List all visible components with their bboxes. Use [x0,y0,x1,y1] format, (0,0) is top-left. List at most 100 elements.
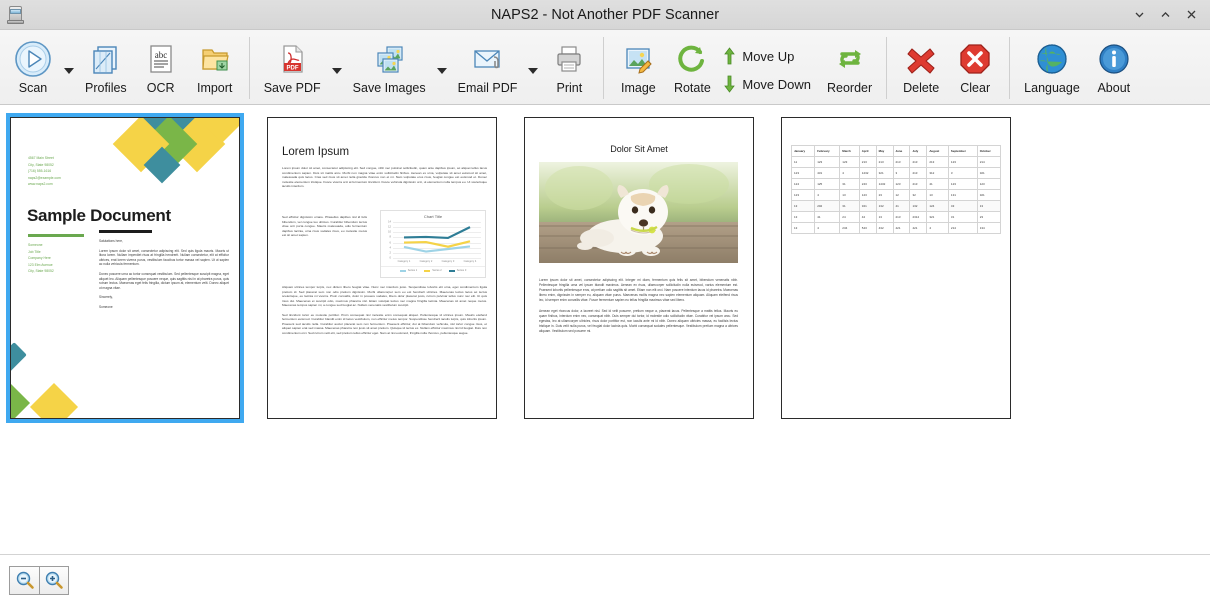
thumbnail-area[interactable]: 4567 Main Street City, State 98052 (716)… [0,105,1210,555]
minimize-button[interactable] [1126,2,1152,28]
close-button[interactable] [1178,2,1204,28]
email-pdf-dropdown-arrow[interactable] [524,34,542,102]
table-cell: 3 [947,167,978,179]
reorder-button[interactable]: Reorder [820,34,879,102]
clear-label: Clear [960,81,991,95]
table-cell: 543 [858,222,877,234]
rotate-button[interactable]: Rotate [665,34,719,102]
table-column-header: May [875,145,894,157]
page1-recipient: Someone Job Title Company Here 123 Elm A… [28,243,54,273]
move-buttons-group: Move Up Move Down [719,34,820,102]
chart-ytick: 2 [389,251,391,255]
page2-lower-body: Aliquam ultrices tempor turpis, nec dict… [282,285,487,335]
scan-split-button: Scan [6,34,78,102]
maximize-button[interactable] [1152,2,1178,28]
zoom-in-button[interactable] [39,566,68,594]
table-cell: 431 [814,167,841,179]
table-cell: 32 [909,189,928,201]
legend-label: Series 3 [456,269,467,272]
page1-salutation: Salutations here, [99,239,123,243]
rotate-icon [672,38,712,80]
table-cell: 41 [926,178,949,190]
chart-ytick: 14 [388,220,391,224]
scan-label: Scan [18,81,48,95]
legend-item: Series 2 [424,269,442,272]
email-attach-icon [467,38,507,80]
thumbnail-page-2[interactable]: Lorem Ipsum Lorem ipsum dolor sit amet, … [263,113,501,423]
save-images-button[interactable]: Save Images [346,34,433,102]
language-button[interactable]: Language [1017,34,1087,102]
delete-label: Delete [903,81,940,95]
table-cell: 213 [858,156,877,168]
table-cell: 432 [875,222,894,234]
table-column-header: October [976,145,1002,157]
page2-para-3: Aliquam ultrices tempor turpis, nec dict… [282,285,487,307]
table-row: 13 41 24 42 13 213 2312 321 31 23 [790,211,1002,223]
table-cell: 4 [926,222,949,234]
toolbar-separator [248,37,250,99]
chart-ytick: 12 [388,225,391,229]
move-down-button[interactable]: Move Down [719,70,820,98]
table-cell: 132 [909,200,928,212]
page-preview-2: Lorem Ipsum Lorem ipsum dolor sit amet, … [267,117,497,419]
images-icon [369,38,409,80]
email-pdf-button[interactable]: Email PDF [451,34,525,102]
profiles-icon [86,38,126,80]
move-up-label: Move Up [742,48,795,64]
table-header-row: January February March April May June July Augu… [790,145,1002,157]
about-button[interactable]: About [1087,34,1141,102]
zoom-out-button[interactable] [10,566,39,594]
page1-dark-rule [99,230,152,233]
table-cell: 1232 [858,167,877,179]
profiles-button[interactable]: Profiles [78,34,134,102]
table-cell: 213 [909,178,928,190]
page2-para-1: Lorem ipsum dolor sit amet, consectetur … [282,166,487,188]
save-images-dropdown-arrow[interactable] [433,34,451,102]
thumbnail-page-3[interactable]: Dolor Sit Amet Lorem ipsum dolor sit ame… [520,113,758,423]
table-cell: 13 [790,200,816,212]
thumbnail-page-1[interactable]: 4567 Main Street City, State 98052 (716)… [6,113,244,423]
print-button[interactable]: Print [542,34,596,102]
clear-button[interactable]: Clear [948,34,1002,102]
chart-series-line [404,246,470,251]
table-row: 11 123 123 213 213 213 213 213 123 214 [790,156,1002,168]
chart-plot-area: 14 12 10 8 6 4 2 0 [388,221,481,260]
table-cell: 13 [839,189,860,201]
table-cell: 202 [814,200,841,212]
scan-dropdown-arrow[interactable] [60,34,78,102]
chart-ytick: 10 [388,230,391,234]
pdf-file-icon: PDF [272,38,312,80]
move-up-button[interactable]: Move Up [719,42,820,70]
import-button[interactable]: Import [188,34,242,102]
table-cell: 213 [892,156,911,168]
table-cell: 13 [926,189,949,201]
table-cell: 312 [926,167,949,179]
table-cell: 123 [839,156,860,168]
table-cell: 321 [858,200,877,212]
ocr-button[interactable]: abc OCR [134,34,188,102]
table-cell: 421 [909,222,928,234]
table-cell: 243 [858,178,877,190]
image-edit-icon [618,38,658,80]
table-cell: 11 [790,156,816,168]
delete-button[interactable]: Delete [894,34,948,102]
table-cell: 2312 [909,211,928,223]
scan-button[interactable]: Scan [6,34,60,102]
image-button[interactable]: Image [611,34,665,102]
table-column-header: April [858,145,877,157]
reorder-label: Reorder [827,81,873,95]
table-cell: 123 [976,178,1002,190]
table-cell: 132 [875,200,894,212]
email-pdf-label: Email PDF [457,81,518,95]
chart-xtick: Category 1 [397,260,411,263]
arrow-down-icon [724,75,736,93]
save-pdf-dropdown-arrow[interactable] [328,34,346,102]
save-pdf-button[interactable]: PDF Save PDF [257,34,328,102]
import-label: Import [196,81,233,95]
page1-closing: Sincerely, [99,295,113,300]
chevron-down-icon [436,68,447,74]
chart-xtick: Category 4 [463,260,477,263]
thumbnail-page-4[interactable]: January February March April May June July Augu… [777,113,1015,423]
table-cell: 214 [947,222,978,234]
table-cell: 13 [976,200,1002,212]
